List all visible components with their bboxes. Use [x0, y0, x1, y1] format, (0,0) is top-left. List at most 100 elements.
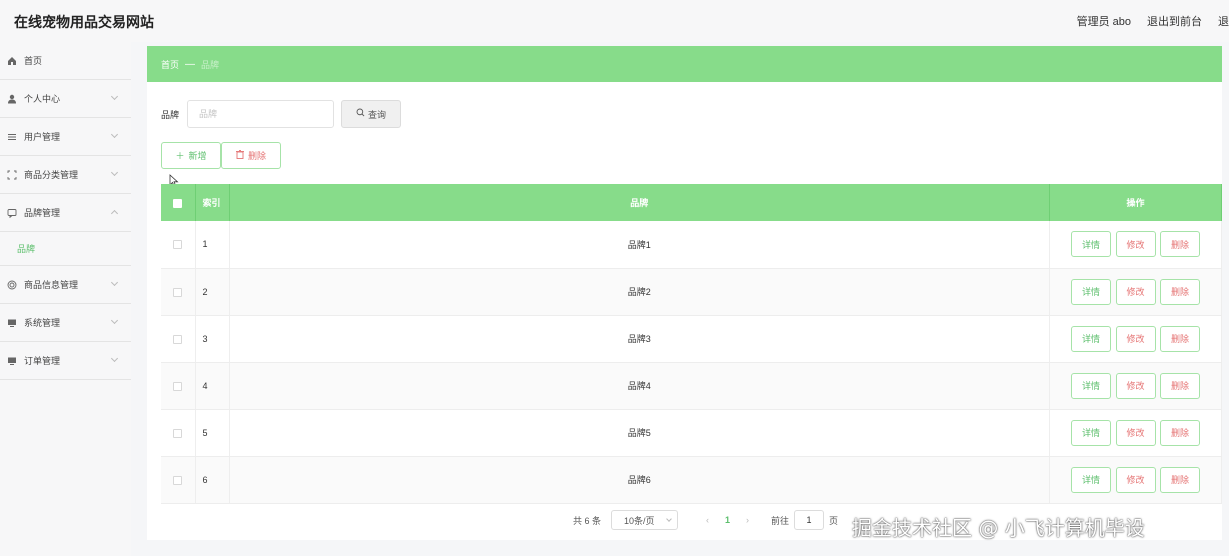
row-actions: 详情 修改 删除: [1049, 315, 1222, 363]
trash-icon: [235, 150, 244, 161]
site-title: 在线宠物用品交易网站: [14, 14, 154, 30]
search-input[interactable]: [187, 100, 334, 128]
batch-delete-label: 删除: [247, 151, 266, 161]
delete-button[interactable]: 删除: [1160, 231, 1201, 258]
sidebar-item-label: 系统管理: [24, 318, 61, 328]
column-header-name[interactable]: 品牌: [229, 184, 1050, 221]
detail-button[interactable]: 详情: [1070, 325, 1111, 352]
table-row: 6 品牌6 详情 修改 删除: [161, 456, 1222, 504]
edit-button[interactable]: 修改: [1115, 231, 1156, 258]
edit-button[interactable]: 修改: [1115, 466, 1156, 493]
sidebar: 首页 个人中心 用户管理 商品分类管理 品牌管理 品牌 商品信息管理 系统管理 …: [0, 42, 131, 556]
row-actions: 详情 修改 删除: [1049, 456, 1222, 504]
page-number-current[interactable]: 1: [725, 515, 730, 525]
row-brand-name: 品牌1: [229, 221, 1050, 269]
delete-button[interactable]: 删除: [1160, 466, 1201, 493]
row-actions: 详情 修改 删除: [1049, 221, 1222, 269]
sidebar-item-orders[interactable]: 订单管理: [0, 342, 131, 380]
page-size-select[interactable]: 10条/页: [611, 510, 679, 530]
row-index: 6: [195, 456, 230, 504]
table-row: 4 品牌4 详情 修改 删除: [161, 362, 1222, 410]
sidebar-item-system[interactable]: 系统管理: [0, 304, 131, 342]
chevron-up-icon: [110, 209, 119, 218]
watermark: 掘金技术社区 @ 小飞计算机毕设: [852, 516, 1145, 540]
table-row: 3 品牌3 详情 修改 删除: [161, 315, 1222, 363]
edit-button[interactable]: 修改: [1115, 325, 1156, 352]
sidebar-item-product-info[interactable]: 商品信息管理: [0, 266, 131, 304]
user-icon: [6, 93, 18, 105]
row-checkbox[interactable]: [173, 381, 183, 391]
logout-link[interactable]: 退: [1218, 13, 1229, 29]
target-icon: [6, 279, 18, 291]
expand-icon: [6, 169, 18, 181]
top-right-links: 管理员 abo 退出到前台 退: [1077, 13, 1229, 29]
goto-page-input[interactable]: [794, 510, 825, 530]
detail-button[interactable]: 详情: [1070, 372, 1111, 399]
sidebar-item-label: 订单管理: [24, 356, 61, 366]
page-size-value: 10条/页: [624, 515, 655, 526]
delete-button[interactable]: 删除: [1160, 372, 1201, 399]
detail-button[interactable]: 详情: [1070, 278, 1111, 305]
home-icon: [6, 55, 18, 67]
row-checkbox[interactable]: [173, 240, 183, 250]
add-button-label: 新增: [188, 151, 207, 161]
row-index: 2: [195, 268, 230, 316]
next-page-icon[interactable]: ›: [746, 515, 749, 525]
edit-button[interactable]: 修改: [1115, 372, 1156, 399]
row-brand-name: 品牌4: [229, 362, 1050, 410]
search-button-label: 查询: [367, 109, 386, 120]
select-all-checkbox[interactable]: [173, 198, 183, 208]
plus-icon: ＋: [175, 151, 185, 161]
detail-button[interactable]: 详情: [1070, 419, 1111, 446]
monitor-icon: [6, 317, 18, 329]
column-header-ops: 操作: [1049, 184, 1222, 221]
select-all-cell[interactable]: [161, 184, 196, 221]
sidebar-item-users[interactable]: 用户管理: [0, 118, 131, 156]
sidebar-item-home[interactable]: 首页: [0, 42, 131, 80]
breadcrumb: 首页 — 品牌: [147, 46, 1222, 82]
monitor-icon: [6, 355, 18, 367]
sidebar-item-profile[interactable]: 个人中心: [0, 80, 131, 118]
sidebar-item-category[interactable]: 商品分类管理: [0, 156, 131, 194]
row-checkbox[interactable]: [173, 475, 183, 485]
row-actions: 详情 修改 删除: [1049, 362, 1222, 410]
sidebar-item-brand[interactable]: 品牌管理: [0, 194, 131, 232]
edit-button[interactable]: 修改: [1115, 419, 1156, 446]
breadcrumb-current: 品牌: [201, 59, 220, 70]
prev-page-icon[interactable]: ‹: [706, 515, 709, 525]
row-brand-name: 品牌2: [229, 268, 1050, 316]
delete-button[interactable]: 删除: [1160, 325, 1201, 352]
detail-button[interactable]: 详情: [1070, 466, 1111, 493]
chevron-down-icon: [110, 354, 119, 363]
search-icon: [356, 108, 365, 120]
chevron-down-icon: [110, 316, 119, 325]
row-checkbox[interactable]: [173, 334, 183, 344]
top-bar: 在线宠物用品交易网站 管理员 abo 退出到前台 退: [0, 0, 1229, 42]
row-checkbox[interactable]: [173, 287, 183, 297]
row-actions: 详情 修改 删除: [1049, 268, 1222, 316]
message-icon: [6, 207, 18, 219]
search-label: 品牌: [161, 110, 180, 120]
add-button[interactable]: ＋ 新增: [161, 142, 221, 169]
row-index: 1: [195, 221, 230, 269]
breadcrumb-home[interactable]: 首页: [161, 58, 179, 71]
delete-button[interactable]: 删除: [1160, 278, 1201, 305]
back-to-front-link[interactable]: 退出到前台: [1147, 13, 1202, 29]
sidebar-subitem-brand[interactable]: 品牌: [0, 232, 131, 266]
goto-page-suffix: 页: [829, 515, 839, 526]
sidebar-item-label: 用户管理: [24, 132, 61, 142]
row-checkbox[interactable]: [173, 428, 183, 438]
breadcrumb-separator: —: [185, 58, 196, 70]
sidebar-item-label: 商品分类管理: [24, 170, 79, 180]
edit-button[interactable]: 修改: [1115, 278, 1156, 305]
delete-button[interactable]: 删除: [1160, 419, 1201, 446]
goto-label: 前往: [771, 515, 790, 526]
sidebar-item-label: 商品信息管理: [24, 280, 79, 290]
row-index: 5: [195, 409, 230, 457]
search-button[interactable]: 查询: [341, 100, 401, 128]
batch-delete-button[interactable]: 删除: [221, 142, 281, 169]
table-row: 2 品牌2 详情 修改 删除: [161, 268, 1222, 316]
detail-button[interactable]: 详情: [1070, 231, 1111, 258]
table-row: 1 品牌1 详情 修改 删除: [161, 221, 1222, 269]
row-index: 3: [195, 315, 230, 363]
